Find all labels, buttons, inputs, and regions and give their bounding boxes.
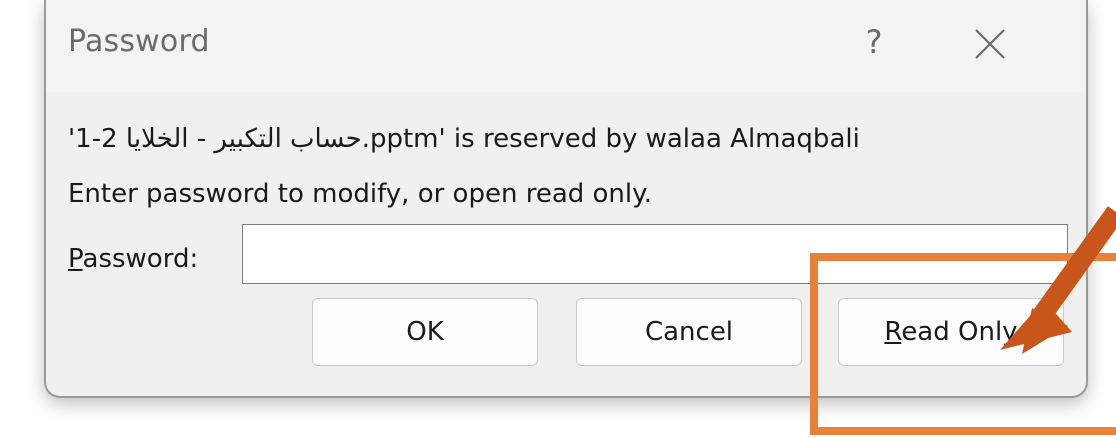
password-label: Password: <box>68 244 198 274</box>
question-mark-icon: ? <box>865 23 883 61</box>
instruction-message: Enter password to modify, or open read o… <box>68 179 653 209</box>
password-label-mnemonic: P <box>68 244 83 274</box>
close-button[interactable] <box>968 22 1012 66</box>
read-only-button[interactable]: Read Only <box>838 298 1064 366</box>
screenshot-stage: Password ? '1-2 حساب التكبير - الخلايا.p… <box>0 0 1116 438</box>
password-input[interactable] <box>242 224 1068 284</box>
read-only-label: ead Only <box>901 317 1018 347</box>
read-only-mnemonic: R <box>884 317 902 347</box>
reserved-by-message: '1-2 حساب التكبير - الخلايا.pptm' is res… <box>68 124 860 154</box>
close-icon <box>975 29 1005 59</box>
password-label-text: assword: <box>82 244 199 274</box>
dialog-titlebar: Password ? <box>46 0 1086 92</box>
help-button[interactable]: ? <box>854 20 894 64</box>
cancel-button[interactable]: Cancel <box>576 298 802 366</box>
dialog-title: Password <box>68 24 210 59</box>
password-dialog: Password ? '1-2 حساب التكبير - الخلايا.p… <box>44 0 1088 398</box>
ok-button[interactable]: OK <box>312 298 538 366</box>
